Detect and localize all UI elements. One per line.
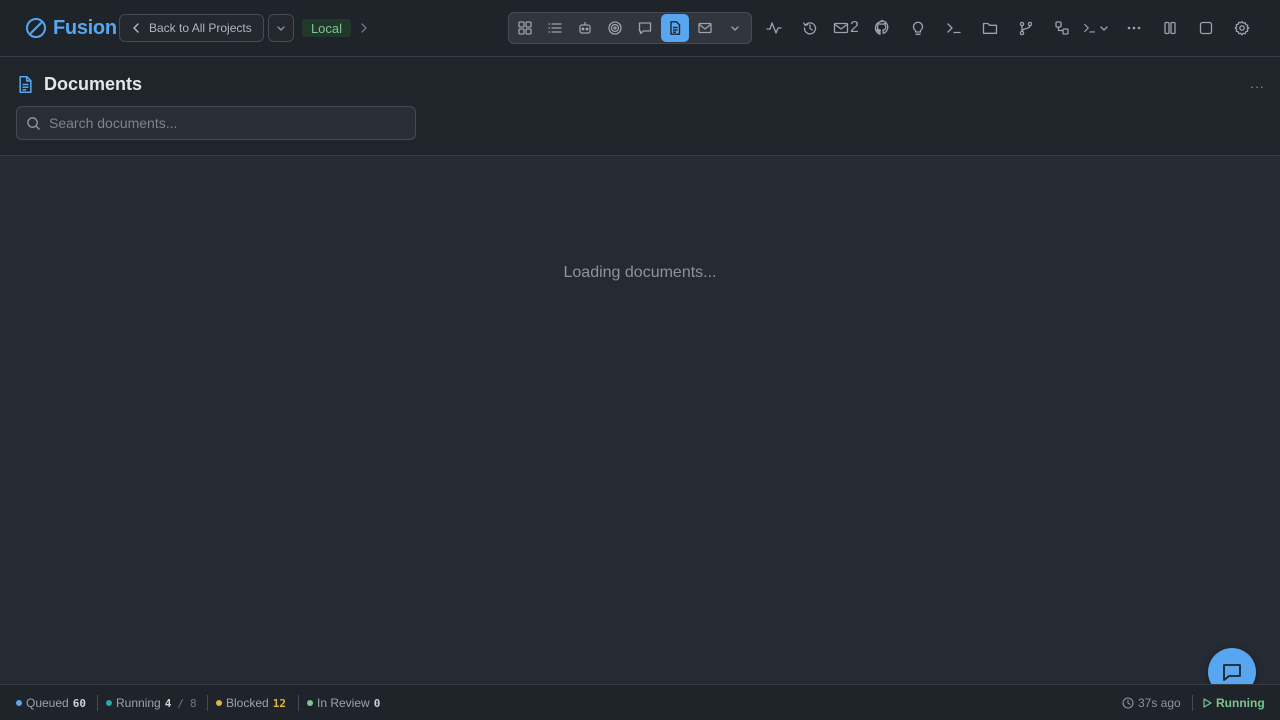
running-count: 4 [164,696,172,710]
divider [1192,695,1193,711]
blocked-count: 12 [272,696,286,710]
lightbulb-icon[interactable] [904,14,932,42]
page-title: Documents [44,74,143,94]
last-updated: 37s ago [1122,696,1181,710]
divider [97,695,98,711]
inbox-icon [833,20,849,36]
mail-icon[interactable] [691,14,719,42]
updated-text: 37s ago [1138,696,1181,710]
project-dropdown-button[interactable] [268,14,294,42]
documents-header: Documents ··· [0,57,1280,156]
folder-icon[interactable] [976,14,1004,42]
search-input[interactable] [49,107,409,139]
search-icon [26,116,41,131]
environment-badge: Local [302,19,351,37]
running-max: 8 [189,696,197,710]
loading-message: Loading documents... [563,264,717,281]
back-label: Back to All Projects [149,21,252,35]
back-to-projects-button[interactable]: Back to All Projects [119,14,264,42]
queued-count: 60 [72,696,86,710]
in-review-stat[interactable]: In Review 0 [307,696,380,710]
square-icon[interactable] [1192,14,1220,42]
running-dot [106,700,112,706]
columns-icon[interactable] [1156,14,1184,42]
blocked-stat[interactable]: Blocked 12 [216,696,286,710]
settings-icon[interactable] [1228,14,1256,42]
activity-icon[interactable] [760,14,788,42]
app-logo[interactable]: Fusion [25,16,117,40]
terminal-dropdown-icon[interactable] [1083,19,1109,37]
running-separator: / [177,696,184,710]
app-name: Fusion [53,16,117,39]
clock-icon [1122,697,1134,709]
chat-icon [1220,660,1244,684]
top-bar: Fusion Back to All Projects Local 2 [0,0,1280,57]
running-stat[interactable]: Running 4 / 8 [106,696,197,710]
workflow-icon[interactable] [1048,14,1076,42]
inbox-button[interactable]: 2 [833,18,859,38]
git-branch-icon[interactable] [1012,14,1040,42]
queued-label: Queued [26,696,69,710]
history-icon[interactable] [796,14,824,42]
agent-icon[interactable] [571,14,599,42]
grid-icon[interactable] [511,14,539,42]
queued-dot [16,700,22,706]
play-icon [1201,697,1213,709]
documents-more-button[interactable]: ··· [1250,79,1265,94]
blocked-dot [216,700,222,706]
document-icon[interactable] [661,14,689,42]
review-label: In Review [317,696,370,710]
chevron-down-icon [276,24,286,32]
chevron-down-icon[interactable] [721,14,749,42]
divider [298,695,299,711]
github-icon[interactable] [868,14,896,42]
terminal-icon[interactable] [940,14,968,42]
engine-status-label: Running [1216,696,1265,710]
search-box [16,106,416,140]
chat-icon[interactable] [631,14,659,42]
running-label: Running [116,696,161,710]
blocked-label: Blocked [226,696,269,710]
status-bar: Queued 60 Running 4 / 8 Blocked 12 In Re… [0,684,1280,720]
inbox-count: 2 [850,19,859,36]
queued-stat[interactable]: Queued 60 [16,696,86,710]
view-switcher [508,12,752,44]
document-icon [16,75,35,94]
chevron-left-icon [132,23,140,33]
divider [207,695,208,711]
more-icon[interactable] [1120,14,1148,42]
engine-status-button[interactable]: Running [1201,696,1265,710]
target-icon[interactable] [601,14,629,42]
fusion-logo-icon [25,17,47,39]
list-icon[interactable] [541,14,569,42]
review-count: 0 [373,696,381,710]
review-dot [307,700,313,706]
chevron-right-icon [359,21,369,35]
